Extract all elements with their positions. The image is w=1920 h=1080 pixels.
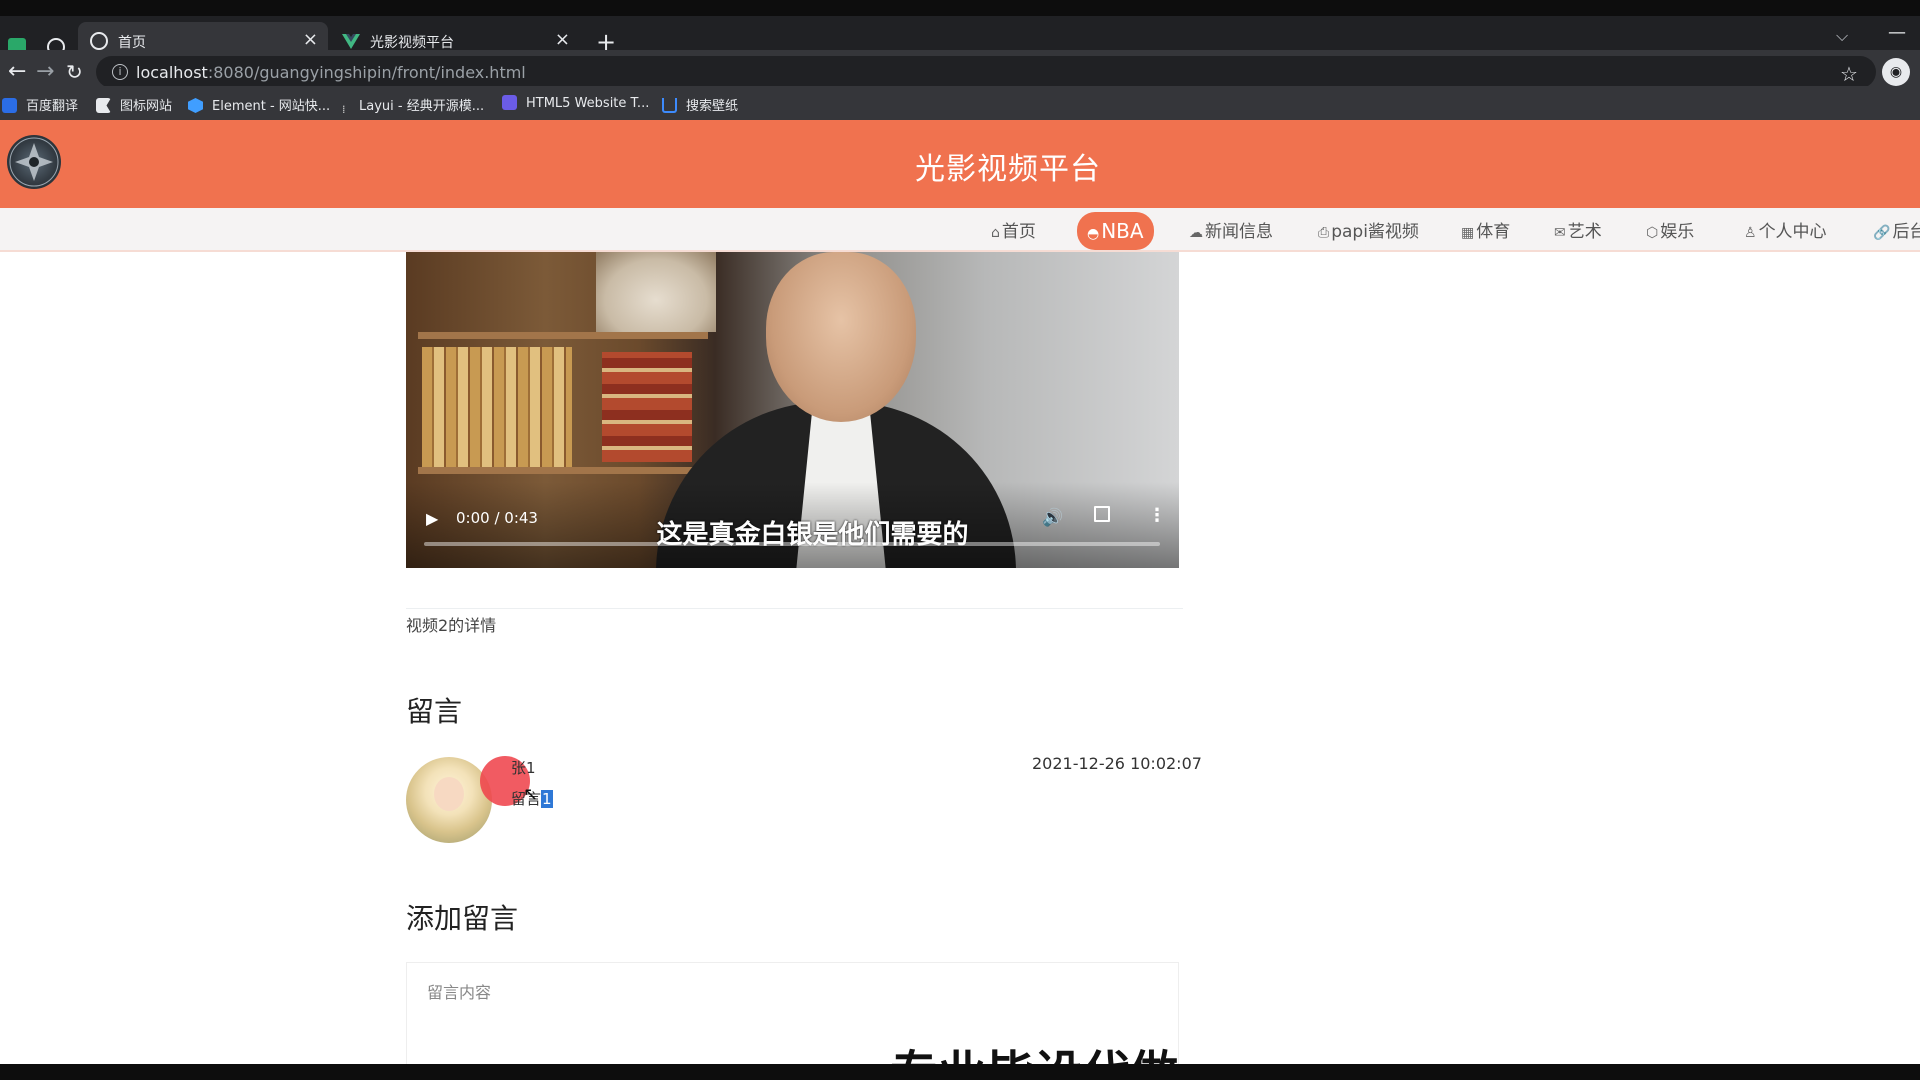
comment-input[interactable] [427, 977, 1167, 1007]
vue-logo-icon [342, 32, 360, 50]
site-header: 光影视频平台 [0, 120, 1920, 208]
nav-item-art[interactable]: ✉ 艺术 [1554, 216, 1602, 248]
nav-label: 娱乐 [1660, 222, 1695, 242]
close-icon[interactable]: × [303, 29, 318, 50]
link-icon: 🔗 [1873, 225, 1891, 241]
bookmark-html5[interactable]: HTML5 Website T... [502, 95, 649, 111]
site-title: 光影视频平台 [915, 152, 1101, 187]
profile-avatar-icon[interactable]: ◉ [1882, 58, 1910, 86]
comments-heading: 留言 [406, 695, 463, 728]
tab-title: 光影视频平台 [370, 35, 454, 51]
top-black-band [0, 0, 1920, 16]
wallpaper-icon [662, 98, 677, 113]
user-icon: ♙ [1744, 225, 1757, 241]
address-bar[interactable]: i localhost:8080/guangyingshipin/front/i… [96, 56, 1876, 88]
bookmark-element[interactable]: Element - 网站快... [188, 95, 330, 114]
comment-timestamp: 2021-12-26 10:02:07 [1032, 754, 1202, 773]
layui-icon: ⁞ [342, 103, 346, 116]
minimize-icon[interactable]: — [1888, 22, 1906, 43]
comment-text-selected: 1 [541, 790, 553, 808]
bookmark-baidu-translate[interactable]: 百度翻译 [2, 95, 78, 114]
back-arrow-icon[interactable]: ← [8, 60, 26, 84]
globe-icon [90, 32, 108, 50]
mail-icon: ✉ [1554, 225, 1566, 241]
reload-icon[interactable]: ↻ [66, 60, 83, 84]
tab-title: 首页 [118, 35, 146, 51]
grid-icon: ▦ [1461, 225, 1475, 241]
video-frame-books [422, 347, 572, 467]
url-path: :8080/guangyingshipin/front/index.html [207, 63, 526, 82]
mouse-cursor-icon: ↖ [523, 784, 539, 805]
nav-label: papi酱视频 [1331, 222, 1419, 242]
baidu-translate-icon [2, 98, 17, 113]
video-frame-shelf [418, 467, 708, 474]
add-comment-heading: 添加留言 [406, 902, 519, 935]
nav-item-entertainment[interactable]: ⬡ 娱乐 [1646, 216, 1694, 248]
nav-label: NBA [1101, 219, 1144, 243]
nav-label: 体育 [1476, 222, 1511, 242]
element-icon [188, 98, 203, 113]
nav-item-news[interactable]: ☁ 新闻信息 [1189, 216, 1273, 248]
nav-label: 新闻信息 [1205, 222, 1273, 242]
video-detail-text: 视频2的详情 [406, 616, 497, 635]
hat-icon: ◓ [1087, 226, 1100, 242]
play-icon[interactable]: ▶ [426, 509, 438, 528]
bookmark-label: HTML5 Website T... [526, 96, 650, 111]
nav-item-admin[interactable]: 🔗 后台 [1873, 216, 1920, 248]
more-options-icon[interactable]: ⋮ [1148, 505, 1166, 526]
nav-label: 首页 [1001, 222, 1036, 242]
nav-label: 艺术 [1567, 222, 1602, 242]
url-host: localhost [136, 63, 208, 82]
cube-icon: ⬡ [1646, 225, 1659, 241]
html5-icon [502, 95, 517, 110]
site-nav: ⌂ 首页 ◓ NBA ☁ 新闻信息 ⎙ papi酱视频 ▦ 体育 ✉ 艺术 ⬡ 娱乐 ♙ 个人中… [0, 208, 1920, 252]
video-progress-bar[interactable] [424, 542, 1160, 546]
bookmarks-bar: 百度翻译 图标网站 Element - 网站快... ⁞ Layui - 经典开源… [0, 86, 1920, 120]
comment-avatar [406, 757, 492, 843]
video-time: 0:00 / 0:43 [456, 509, 538, 527]
video-frame-books [602, 352, 692, 462]
bookmark-label: 搜索壁纸 [686, 99, 739, 114]
video-player[interactable]: 这是真金白银是他们需要的 ▶ 0:00 / 0:43 🔊 ⋮ [406, 252, 1179, 568]
volume-icon[interactable]: 🔊 [1042, 508, 1063, 528]
divider [406, 608, 1183, 609]
info-icon[interactable]: i [112, 64, 128, 80]
nav-label: 个人中心 [1758, 222, 1827, 242]
close-icon[interactable]: × [555, 29, 570, 50]
video-frame-figurines [596, 252, 716, 332]
nav-item-nba[interactable]: ◓ NBA [1077, 212, 1154, 250]
home-icon: ⌂ [991, 225, 1000, 241]
bookmark-layui[interactable]: ⁞ Layui - 经典开源模... [342, 95, 484, 118]
bookmark-label: 百度翻译 [26, 99, 79, 114]
cloud-icon: ☁ [1189, 225, 1203, 241]
video-frame-head [766, 252, 916, 422]
bookmark-icon-site[interactable]: 图标网站 [96, 95, 172, 114]
nav-item-profile[interactable]: ♙ 个人中心 [1744, 216, 1827, 248]
bookmark-wallpaper[interactable]: 搜索壁纸 [662, 95, 738, 114]
star-icon[interactable]: ☆ [1840, 62, 1858, 86]
comment-username: 张1 [511, 759, 536, 777]
forward-arrow-icon[interactable]: → [36, 60, 54, 84]
bottom-black-band [0, 1064, 1920, 1080]
nav-item-home[interactable]: ⌂ 首页 [991, 216, 1036, 248]
print-icon: ⎙ [1318, 225, 1330, 241]
nav-label: 后台 [1892, 222, 1920, 242]
bookmark-label: 图标网站 [120, 99, 173, 114]
nav-item-sports[interactable]: ▦ 体育 [1461, 216, 1510, 248]
screen: 首页 × 光影视频平台 × + ⌵ — ← → ↻ i localhost:80… [0, 0, 1920, 1080]
video-frame-shelf [418, 332, 708, 339]
chevron-down-icon[interactable]: ⌵ [1836, 26, 1848, 46]
bookmark-label: Layui - 经典开源模... [359, 99, 485, 114]
url-text[interactable]: localhost:8080/guangyingshipin/front/ind… [136, 63, 526, 82]
bookmark-label: Element - 网站快... [212, 99, 331, 114]
fullscreen-icon[interactable] [1094, 506, 1110, 522]
flag-icon [96, 98, 111, 113]
nav-item-papi[interactable]: ⎙ papi酱视频 [1318, 216, 1419, 248]
